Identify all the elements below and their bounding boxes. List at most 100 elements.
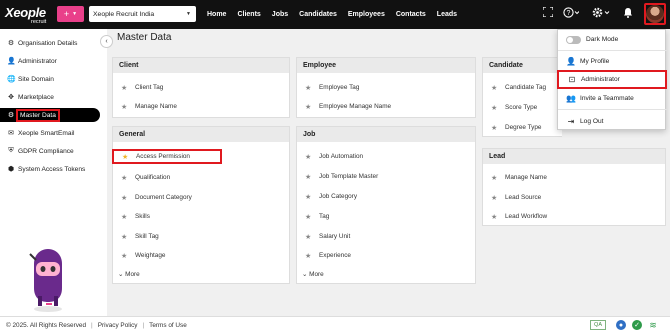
xeople-logo[interactable]: Xeople recruit [5, 3, 53, 27]
sidebar-collapse-button[interactable]: ‹ [100, 35, 113, 48]
star-icon[interactable]: ★ [491, 194, 498, 202]
candidate-card: Candidate ★ Candidate Tag ★ Score Type ★ De… [482, 57, 562, 137]
fullscreen-icon[interactable] [542, 6, 554, 20]
list-item-access-permission[interactable]: ★ Access Permission [112, 149, 222, 164]
sidebar-item-organisation-details[interactable]: ⚙ Organisation Details [0, 36, 100, 50]
gear-icon: ⚙ [7, 112, 15, 119]
list-item[interactable]: ★ Document Category [113, 192, 289, 203]
shield-icon: ⛨ [8, 147, 14, 154]
qa-badge[interactable]: QA [590, 320, 606, 330]
list-item[interactable]: ★ Job Category [297, 191, 475, 202]
list-item[interactable]: ★ Client Tag [113, 82, 289, 93]
nav-home[interactable]: Home [207, 11, 226, 18]
list-item[interactable]: ★ Score Type [483, 102, 562, 113]
star-icon[interactable]: ★ [491, 104, 498, 112]
list-item[interactable]: ★ Skill Tag [113, 231, 289, 242]
item-label: Job Automation [319, 153, 364, 160]
privacy-link[interactable]: Privacy Policy [98, 322, 138, 329]
star-icon[interactable]: ★ [491, 124, 498, 132]
list-item[interactable]: ★ Salary Unit [297, 231, 475, 242]
toggle-switch-icon[interactable] [566, 35, 581, 44]
list-item[interactable]: ★ Tag [297, 211, 475, 222]
star-icon[interactable]: ★ [305, 153, 312, 161]
nav-employees[interactable]: Employees [348, 11, 385, 18]
star-icon[interactable]: ★ [491, 174, 498, 182]
company-select[interactable]: Xeople Recruit India ▼ [89, 6, 196, 22]
nav-candidates[interactable]: Candidates [299, 11, 337, 18]
page-title: Master Data [117, 32, 172, 43]
star-icon[interactable]: ★ [305, 103, 312, 111]
sidebar-item-system-access-tokens[interactable]: ⬢ System Access Tokens [0, 162, 100, 176]
nav-leads[interactable]: Leads [437, 11, 457, 18]
star-icon[interactable]: ★ [491, 213, 498, 221]
dark-mode-toggle[interactable]: Dark Mode [558, 32, 667, 47]
user-circle-icon[interactable]: ● [616, 320, 626, 330]
star-icon[interactable]: ★ [121, 252, 128, 260]
bell-icon[interactable] [623, 7, 633, 21]
sidebar-item-smartemail[interactable]: ✉ Xeople SmartEmail [0, 126, 100, 140]
star-icon[interactable]: ★ [121, 213, 128, 221]
star-icon[interactable]: ★ [305, 173, 312, 181]
star-icon[interactable]: ★ [121, 233, 128, 241]
star-icon[interactable]: ★ [121, 194, 128, 202]
footer: © 2025. All Rights Reserved | Privacy Po… [0, 316, 670, 333]
star-icon[interactable]: ★ [305, 193, 312, 201]
list-item[interactable]: ★ Skills [113, 211, 289, 222]
list-item[interactable]: ★ Manage Name [113, 101, 289, 112]
my-profile-item[interactable]: 👤 My Profile [558, 54, 667, 69]
list-item[interactable]: ★ Experience [297, 250, 475, 261]
administrator-item[interactable]: ⊡ Administrator [557, 70, 667, 89]
item-label: Salary Unit [319, 233, 351, 240]
sidebar-item-master-data[interactable]: ⚙ Master Data [0, 108, 100, 122]
lead-card: Lead ★ Manage Name ★ Lead Source ★ Lead Wor… [482, 148, 666, 226]
star-icon[interactable]: ★ [122, 153, 129, 161]
star-icon[interactable]: ★ [305, 252, 312, 260]
divider: | [142, 321, 145, 329]
star-icon[interactable]: ★ [121, 84, 128, 92]
divider [558, 50, 667, 51]
list-item[interactable]: ★ Lead Source [483, 192, 665, 203]
nav-jobs[interactable]: Jobs [272, 11, 288, 18]
check-circle-icon[interactable]: ✓ [632, 320, 642, 330]
star-icon[interactable]: ★ [121, 103, 128, 111]
item-label: Document Category [135, 194, 192, 201]
logo-sub: recruit [31, 19, 47, 25]
list-item[interactable]: ★ Job Template Master [297, 171, 475, 182]
nav-clients[interactable]: Clients [237, 11, 260, 18]
user-avatar-button[interactable] [644, 3, 666, 25]
star-icon[interactable]: ★ [121, 174, 128, 182]
list-item[interactable]: ★ Employee Tag [297, 82, 475, 93]
admin-icon: ⊡ [568, 75, 576, 84]
list-item[interactable]: ★ Job Automation [297, 151, 475, 162]
divider [558, 109, 667, 110]
card-title: Candidate [483, 58, 562, 73]
list-item[interactable]: ★ Weightage [113, 250, 289, 261]
sidebar-item-gdpr-compliance[interactable]: ⛨ GDPR Compliance [0, 144, 100, 158]
sidebar-item-site-domain[interactable]: 🌐 Site Domain [0, 72, 100, 86]
star-icon[interactable]: ★ [305, 233, 312, 241]
list-item[interactable]: ★ Qualification [113, 172, 289, 183]
sidebar-item-administrator[interactable]: 👤 Administrator [0, 54, 100, 68]
more-toggle[interactable]: ⌄ More [118, 270, 140, 278]
quick-add-button[interactable]: + ▼ [57, 6, 84, 22]
sidebar-item-marketplace[interactable]: ✥ Marketplace [0, 90, 100, 104]
star-icon[interactable]: ★ [491, 84, 498, 92]
star-icon[interactable]: ★ [305, 84, 312, 92]
more-toggle[interactable]: ⌄ More [302, 270, 324, 278]
logout-item[interactable]: ⇥ Log Out [558, 114, 667, 129]
wifi-icon: ≋ [648, 319, 658, 330]
settings-icon[interactable] [592, 7, 610, 21]
list-item[interactable]: ★ Degree Type [483, 122, 562, 133]
star-icon[interactable]: ★ [305, 213, 312, 221]
invite-teammate-item[interactable]: 👥 Invite a Teammate [558, 91, 667, 106]
employee-card: Employee ★ Employee Tag ★ Employee Manage … [296, 57, 476, 118]
nav-contacts[interactable]: Contacts [396, 11, 426, 18]
list-item[interactable]: ★ Lead Workflow [483, 211, 665, 222]
invite-label: Invite a Teammate [580, 95, 634, 102]
list-item[interactable]: ★ Candidate Tag [483, 82, 562, 93]
list-item[interactable]: ★ Manage Name [483, 172, 665, 183]
list-item[interactable]: ★ Employee Manage Name [297, 101, 475, 112]
help-icon[interactable]: ? [563, 7, 580, 21]
terms-link[interactable]: Terms of Use [149, 322, 187, 329]
sidebar-item-label: Organisation Details [18, 39, 78, 47]
